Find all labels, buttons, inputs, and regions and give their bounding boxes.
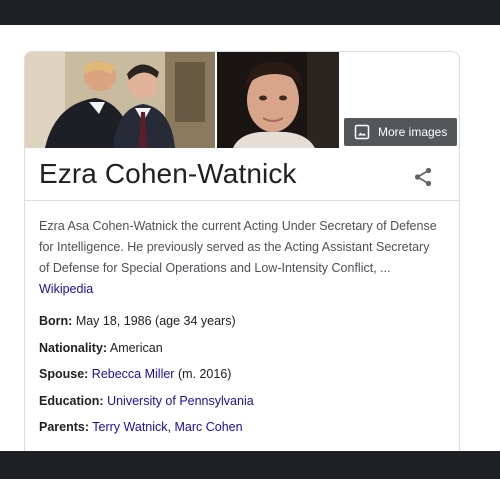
wikipedia-link[interactable]: Wikipedia xyxy=(39,282,93,296)
fact-value: American xyxy=(109,340,163,355)
portrait-photo[interactable] xyxy=(217,52,339,148)
fact-suffix: (m. 2016) xyxy=(177,367,232,381)
fact-label: Spouse: xyxy=(39,367,89,381)
facts-list: Born: May 18, 1986 (age 34 years) Nation… xyxy=(39,311,449,444)
fact-born: Born: May 18, 1986 (age 34 years) xyxy=(39,311,449,338)
parent-separator: , xyxy=(167,420,172,434)
share-icon[interactable] xyxy=(411,165,435,189)
photo-strip: More images xyxy=(25,52,459,148)
image-icon xyxy=(354,124,370,140)
fact-label: Education: xyxy=(39,393,104,408)
fact-education: Education: University of Pennsylvania xyxy=(39,391,449,418)
parent-link[interactable]: Terry Watnick xyxy=(92,420,167,434)
photo-two-men[interactable] xyxy=(25,52,215,148)
description-text: Ezra Asa Cohen-Watnick the current Actin… xyxy=(39,219,437,275)
fact-label: Nationality: xyxy=(39,340,108,355)
bottom-frame-bar xyxy=(0,451,500,479)
fact-spouse: Spouse: Rebecca Miller (m. 2016) xyxy=(39,364,449,391)
fact-value: May 18, 1986 (age 34 years) xyxy=(75,314,236,328)
knowledge-panel: More images Ezra Cohen-Watnick Ezra Asa … xyxy=(24,51,460,452)
spouse-link[interactable]: Rebecca Miller xyxy=(92,367,175,381)
fact-parents: Parents: Terry Watnick, Marc Cohen xyxy=(39,417,449,444)
more-images-button[interactable]: More images xyxy=(344,118,457,146)
fact-label: Born: xyxy=(39,314,73,328)
parent-link[interactable]: Marc Cohen xyxy=(175,420,243,434)
education-link[interactable]: University of Pennsylvania xyxy=(107,394,254,408)
top-frame-bar xyxy=(0,0,500,25)
fact-label: Parents: xyxy=(39,420,90,434)
more-images-label: More images xyxy=(378,125,448,139)
entity-title: Ezra Cohen-Watnick xyxy=(39,158,297,189)
fact-nationality: Nationality: American xyxy=(39,338,449,365)
description: Ezra Asa Cohen-Watnick the current Actin… xyxy=(39,216,439,300)
title-row: Ezra Cohen-Watnick xyxy=(25,148,459,201)
